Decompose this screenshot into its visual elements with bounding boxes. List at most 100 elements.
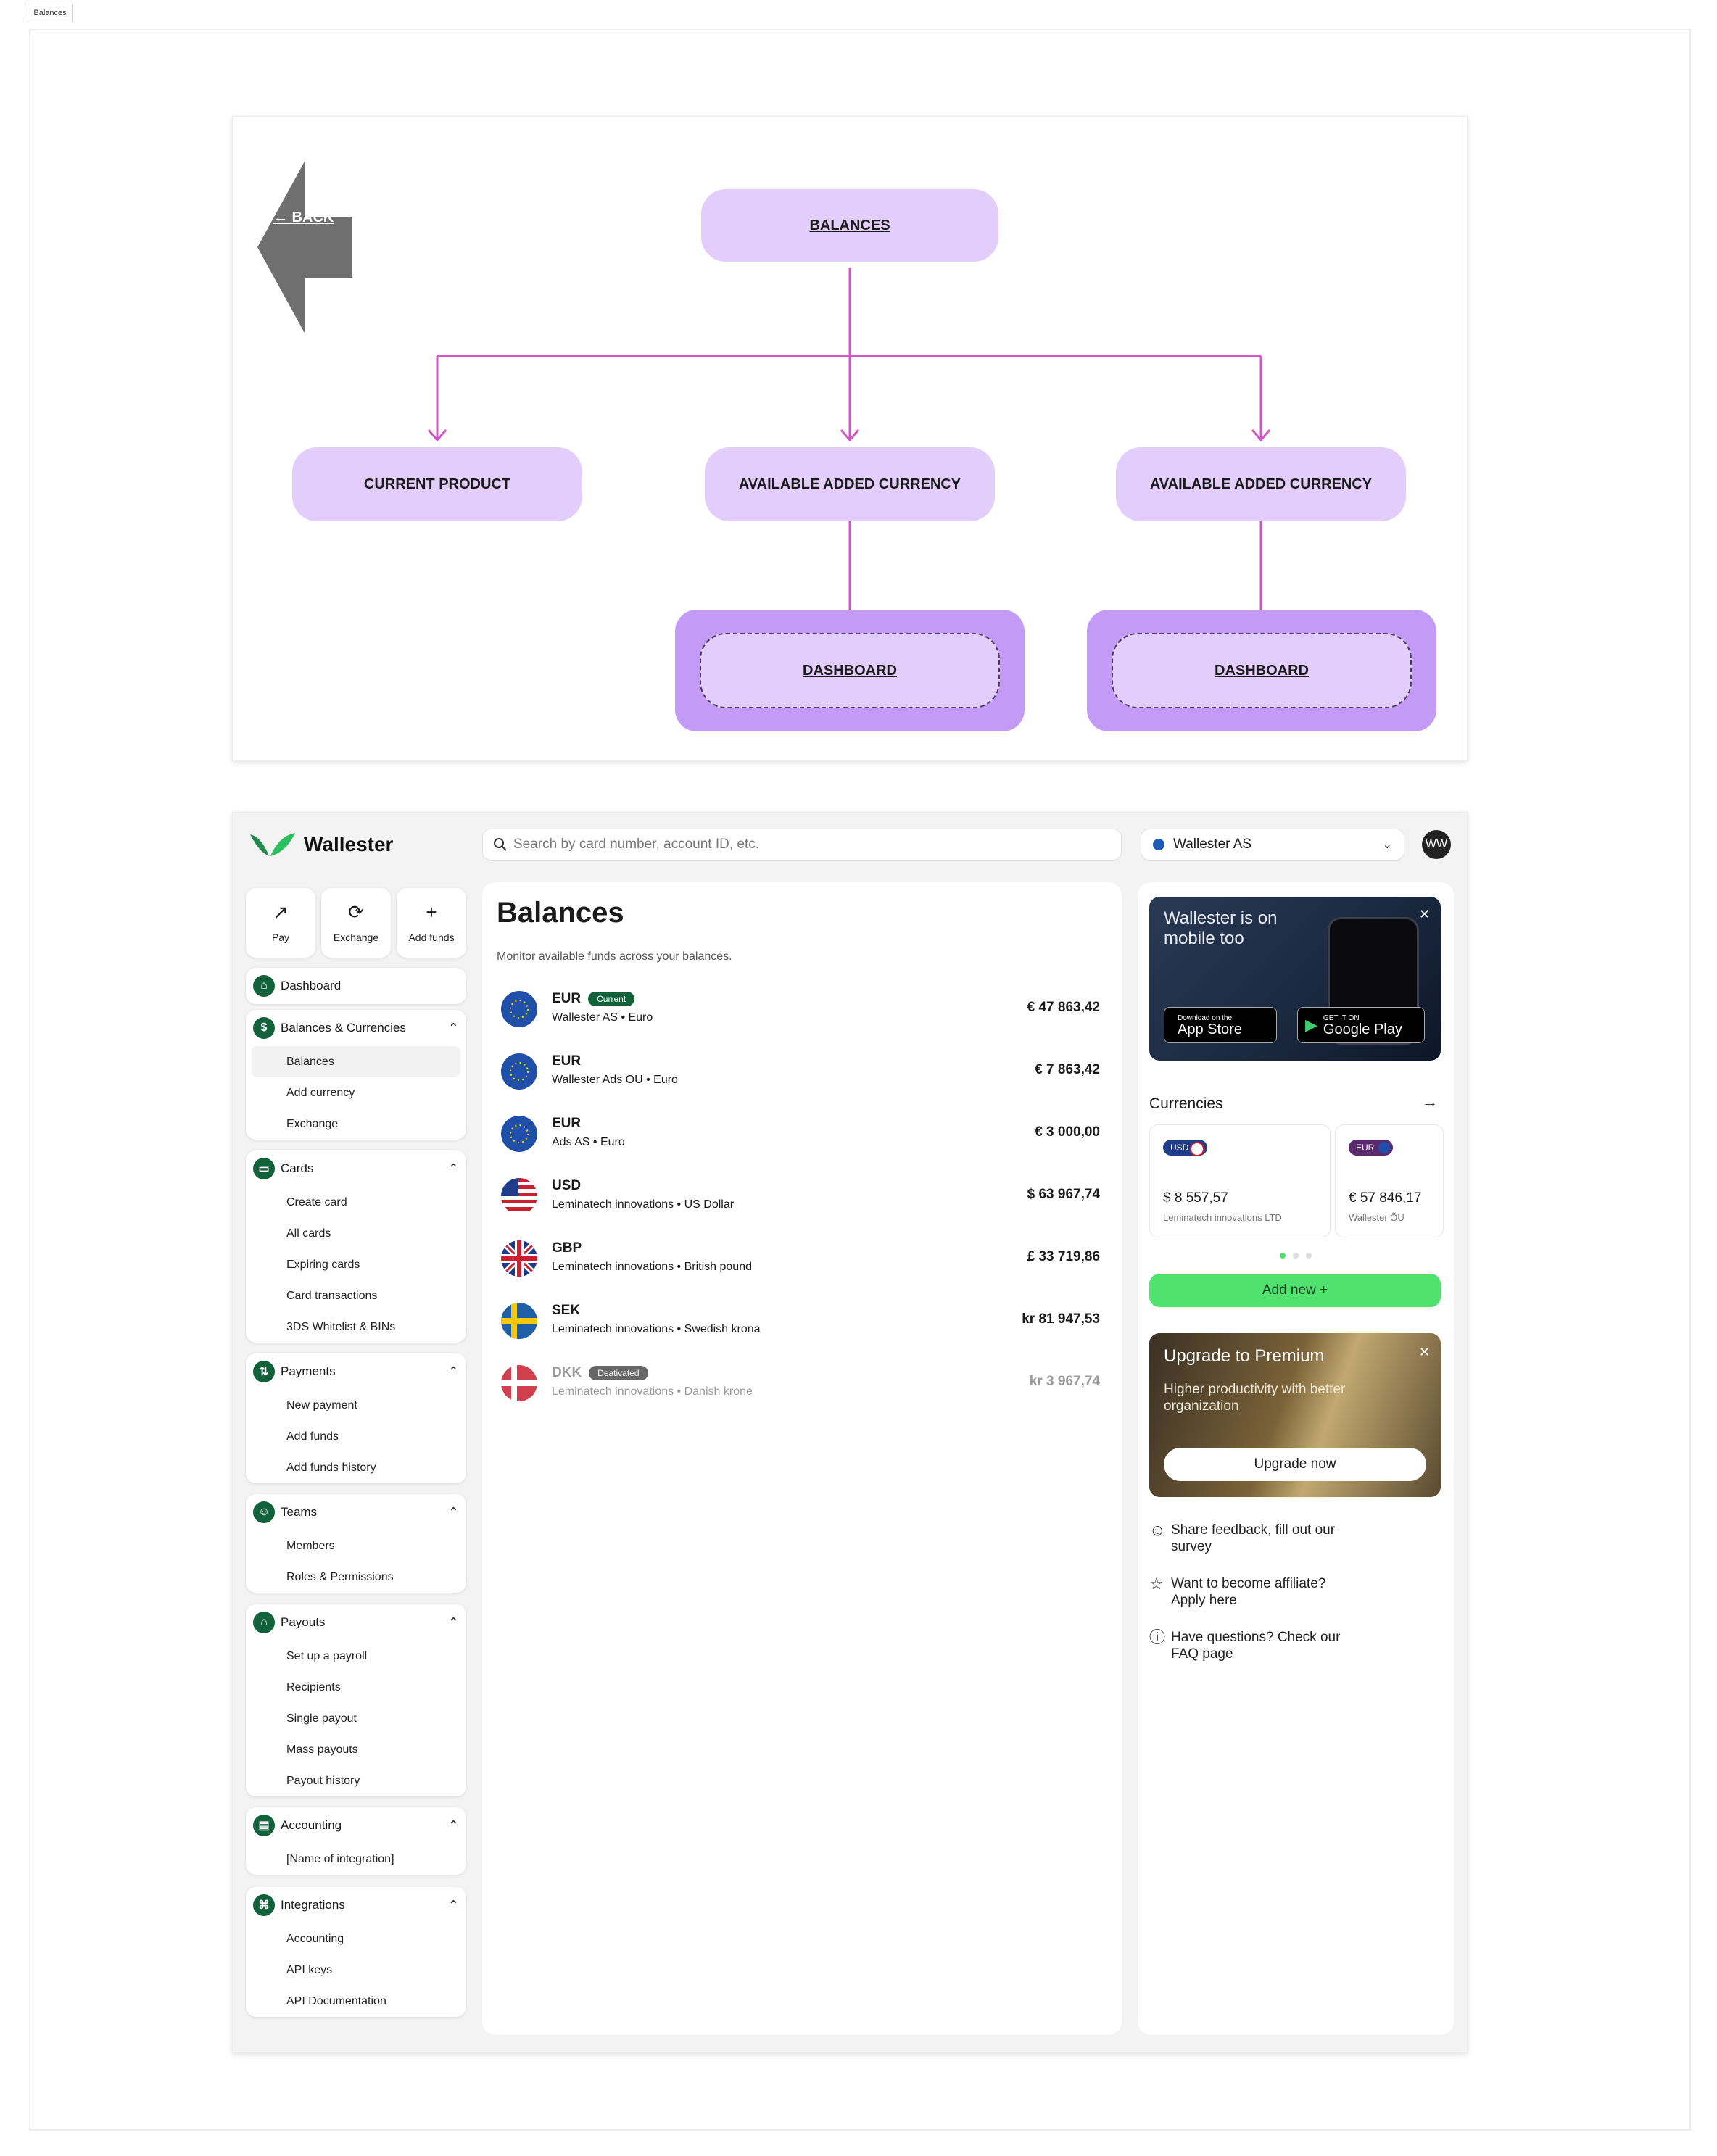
- balance-row[interactable]: GBP Leminatech innovations • British pou…: [497, 1232, 1107, 1294]
- nav-header-integrations[interactable]: ⌘ Integrations ⌃: [246, 1887, 466, 1923]
- nav-label: Cards: [281, 1161, 314, 1175]
- help-link-feedback[interactable]: ☺ Share feedback, fill out our survey: [1149, 1522, 1425, 1555]
- nav-item-create-card[interactable]: Create card: [252, 1187, 460, 1218]
- balance-amount: $ 63 967,74: [1027, 1187, 1100, 1202]
- flow-node-balances[interactable]: BALANCES: [701, 189, 998, 262]
- nav-item-roles[interactable]: Roles & Permissions: [252, 1562, 460, 1593]
- status-badge: Deativated: [589, 1365, 648, 1380]
- nav-item-3ds-whitelist[interactable]: 3DS Whitelist & BINs: [252, 1311, 460, 1343]
- quick-action-exchange[interactable]: ⟳ Exchange: [321, 888, 391, 958]
- help-link-faq[interactable]: ⓘ Have questions? Check our FAQ page: [1149, 1629, 1425, 1662]
- flow-node-dashboard-group: DASHBOARD: [1087, 610, 1436, 731]
- nav-item-integration-name[interactable]: [Name of integration]: [252, 1844, 460, 1875]
- nav-label: Balances & Currencies: [281, 1021, 406, 1035]
- mobile-app-promo: Wallester is on mobile too ✕ Download on…: [1149, 897, 1441, 1061]
- nav-section-balances: $ Balances & Currencies ⌃ Balances Add cur…: [246, 1010, 466, 1140]
- nav-section-payments: ⇅ Payments ⌃ New payment Add funds Add fun…: [246, 1353, 466, 1483]
- nav-section-integrations: ⌘ Integrations ⌃ Accounting API keys API D…: [246, 1887, 466, 2017]
- close-icon[interactable]: ✕: [1419, 1345, 1430, 1360]
- app-store-button[interactable]: Download on the App Store: [1164, 1007, 1277, 1043]
- nav-section-teams: ☺ Teams ⌃ Members Roles & Permissions: [246, 1494, 466, 1593]
- page-subtitle: Monitor available funds across your bala…: [497, 950, 732, 963]
- us-flag-icon: [1190, 1142, 1205, 1156]
- balance-row[interactable]: DKK Deativated Leminatech innovations • D…: [497, 1356, 1107, 1419]
- nav-item-all-cards[interactable]: All cards: [252, 1218, 460, 1249]
- nav-section-cards: ▭ Cards ⌃ Create card All cards Expiring c…: [246, 1150, 466, 1343]
- balance-row[interactable]: USD Leminatech innovations • US Dollar $…: [497, 1169, 1107, 1232]
- currency-card[interactable]: USD $ 8 557,57 Leminatech innovations LT…: [1149, 1124, 1331, 1237]
- nav-item-card-transactions[interactable]: Card transactions: [252, 1280, 460, 1311]
- uk-flag-icon: [501, 1240, 537, 1277]
- page-title: Balances: [497, 897, 624, 929]
- quick-action-pay[interactable]: ↗ Pay: [246, 888, 315, 958]
- google-play-icon: ▶: [1305, 1016, 1317, 1034]
- balance-row[interactable]: EUR Wallester Ads OU • Euro € 7 863,42: [497, 1045, 1107, 1107]
- chevron-up-icon: ⌃: [447, 1364, 459, 1379]
- flow-node-dashboard-link[interactable]: DASHBOARD: [1112, 633, 1412, 708]
- nav-item-payout-history[interactable]: Payout history: [252, 1765, 460, 1796]
- nav-label: Integrations: [281, 1898, 345, 1912]
- nav-header-payments[interactable]: ⇅ Payments ⌃: [246, 1353, 466, 1390]
- help-link-affiliate[interactable]: ☆ Want to become affiliate? Apply here: [1149, 1575, 1425, 1609]
- nav-item-add-funds-history[interactable]: Add funds history: [252, 1452, 460, 1483]
- help-text: Share feedback, fill out our survey: [1171, 1522, 1336, 1554]
- exchange-icon: ⟳: [348, 901, 364, 923]
- chevron-up-icon: ⌃: [447, 1817, 459, 1833]
- nav-header-accounting[interactable]: ▤ Accounting ⌃: [246, 1807, 466, 1844]
- currency-card[interactable]: EUR € 57 846,17 Wallester ÕU: [1335, 1124, 1444, 1237]
- search-input[interactable]: Search by card number, account ID, etc.: [482, 829, 1122, 861]
- account-label: Wallester AS • Euro: [552, 1011, 653, 1024]
- nav-item-add-currency[interactable]: Add currency: [252, 1077, 460, 1108]
- nav-item-recipients[interactable]: Recipients: [252, 1672, 460, 1703]
- nav-item-accounting[interactable]: Accounting: [252, 1923, 460, 1954]
- balance-amount: € 3 000,00: [1035, 1124, 1100, 1140]
- balance-row[interactable]: EUR Ads AS • Euro € 3 000,00: [497, 1107, 1107, 1169]
- google-play-button[interactable]: ▶ GET IT ON Google Play: [1297, 1007, 1425, 1043]
- nav-label: Accounting: [281, 1818, 342, 1832]
- quick-action-label: Exchange: [333, 932, 379, 943]
- nav-item-exchange[interactable]: Exchange: [252, 1108, 460, 1140]
- eu-flag-icon: [501, 1116, 537, 1152]
- nav-item-members[interactable]: Members: [252, 1530, 460, 1562]
- upgrade-button[interactable]: Upgrade now: [1164, 1448, 1426, 1481]
- nav-section-payouts: ⌂ Payouts ⌃ Set up a payroll Recipients Si…: [246, 1604, 466, 1796]
- carousel-dots[interactable]: [1280, 1249, 1319, 1262]
- balance-row[interactable]: SEK Leminatech innovations • Swedish kro…: [497, 1294, 1107, 1356]
- currencies-heading: Currencies: [1149, 1095, 1223, 1112]
- arrow-up-right-icon: ↗: [273, 901, 289, 923]
- nav-header-balances[interactable]: $ Balances & Currencies ⌃: [246, 1010, 466, 1046]
- nav-item-balances[interactable]: Balances: [252, 1046, 460, 1077]
- arrow-right-icon[interactable]: →: [1422, 1092, 1438, 1111]
- add-currency-button[interactable]: Add new +: [1149, 1274, 1441, 1307]
- currency-amount: € 57 846,17: [1349, 1190, 1422, 1206]
- back-link[interactable]: ← BACK: [273, 210, 334, 226]
- nav-dashboard[interactable]: ⌂ Dashboard: [246, 968, 466, 1004]
- brand-logo[interactable]: Wallester: [249, 830, 393, 859]
- currency-code: SEK: [552, 1303, 581, 1318]
- nav-label: Teams: [281, 1505, 318, 1519]
- team-icon: ☺: [253, 1501, 275, 1523]
- eu-flag-icon: [501, 991, 537, 1027]
- nav-item-mass-payouts[interactable]: Mass payouts: [252, 1734, 460, 1765]
- balance-row[interactable]: EUR Current Wallester AS • Euro € 47 863,…: [497, 982, 1107, 1045]
- flow-node-available-currency: AVAILABLE ADDED CURRENCY: [1116, 447, 1406, 521]
- nav-item-add-funds[interactable]: Add funds: [252, 1421, 460, 1452]
- nav-header-payouts[interactable]: ⌂ Payouts ⌃: [246, 1604, 466, 1641]
- nav-item-expiring-cards[interactable]: Expiring cards: [252, 1249, 460, 1280]
- close-icon[interactable]: ✕: [1419, 907, 1430, 922]
- nav-item-api-docs[interactable]: API Documentation: [252, 1986, 460, 2017]
- nav-item-single-payout[interactable]: Single payout: [252, 1703, 460, 1734]
- nav-item-new-payment[interactable]: New payment: [252, 1390, 460, 1421]
- nav-header-cards[interactable]: ▭ Cards ⌃: [246, 1150, 466, 1187]
- account-switcher[interactable]: Wallester AS ⌄: [1141, 829, 1404, 861]
- quick-action-add-funds[interactable]: + Add funds: [397, 888, 466, 958]
- nav-item-api-keys[interactable]: API keys: [252, 1954, 460, 1986]
- currency-amount: $ 8 557,57: [1163, 1190, 1228, 1206]
- flow-node-dashboard-link[interactable]: DASHBOARD: [700, 633, 1000, 708]
- balance-amount: € 7 863,42: [1035, 1062, 1100, 1077]
- nav-item-setup-payroll[interactable]: Set up a payroll: [252, 1641, 460, 1672]
- search-icon: [494, 838, 507, 851]
- nav-header-teams[interactable]: ☺ Teams ⌃: [246, 1494, 466, 1530]
- account-name: Wallester AS: [1173, 837, 1252, 852]
- avatar[interactable]: WW: [1422, 830, 1451, 859]
